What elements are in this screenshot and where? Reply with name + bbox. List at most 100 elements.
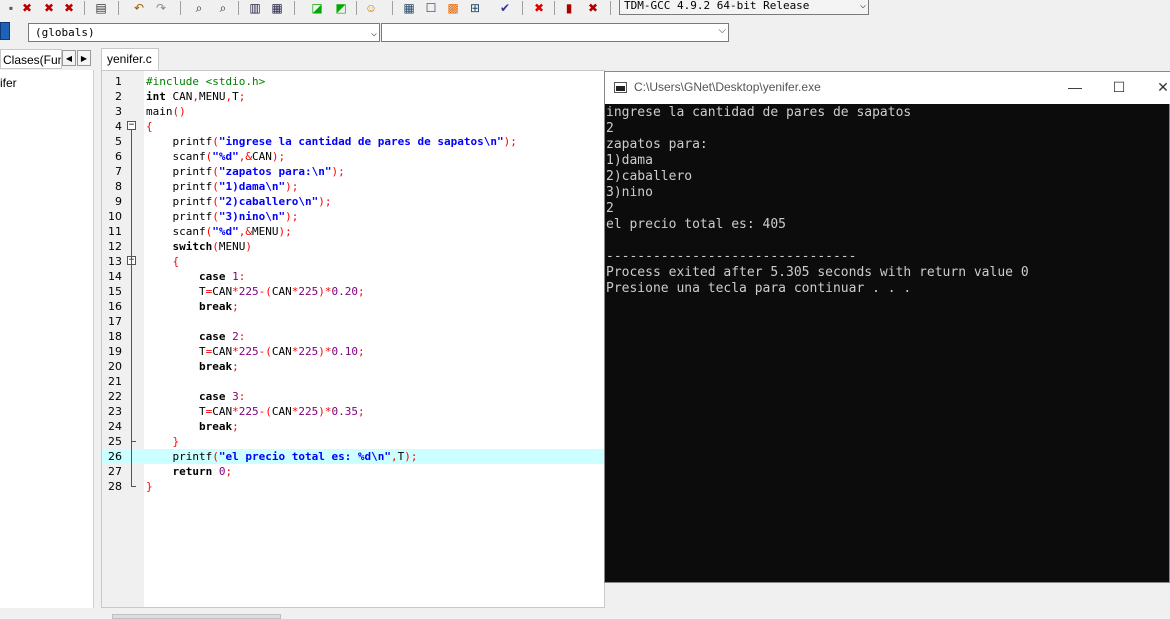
line-number: 20 — [108, 360, 122, 373]
close-all-icon[interactable]: ✖ — [40, 0, 58, 16]
code-text: printf("zapatos para:\n"); — [146, 165, 345, 178]
code-line[interactable]: 13− { — [102, 254, 604, 269]
goto-icon[interactable]: ◪ — [308, 0, 326, 16]
line-number: 5 — [115, 135, 122, 148]
replace-icon[interactable]: ⌕ — [214, 0, 232, 16]
code-line[interactable]: 9 printf("2)caballero\n"); — [102, 194, 604, 209]
console-line: Presione una tecla para continuar . . . — [606, 281, 912, 296]
console-line: 2)caballero — [606, 169, 693, 184]
minimize-button[interactable]: — — [1052, 76, 1098, 98]
console-line: ingrese la cantidad de pares de sapatos — [606, 105, 912, 120]
code-text: } — [172, 435, 180, 448]
close-project-icon[interactable]: ✖ — [60, 0, 78, 16]
code-line[interactable]: 10 printf("3)nino\n"); — [102, 209, 604, 224]
compiler-select[interactable]: TDM-GCC 4.9.2 64-bit Release ⌵ — [619, 0, 869, 15]
code-text: printf("el precio total es: %d\n",T); — [146, 450, 418, 463]
code-line[interactable]: 19 T=CAN*225-(CAN*225)*0.10; — [102, 344, 604, 359]
code-line[interactable]: 27 return 0; — [102, 464, 604, 479]
tab-file[interactable]: yenifer.c — [101, 48, 159, 70]
line-number: 28 — [108, 480, 122, 493]
class-browser: ifer — [0, 70, 94, 608]
console-line: Process exited after 5.305 seconds with … — [606, 265, 1029, 280]
delete-icon[interactable]: ✖ — [584, 0, 602, 16]
code-line[interactable]: 1 #include <stdio.h> — [102, 74, 604, 89]
bookmark-icon[interactable]: ◩ — [332, 0, 350, 16]
code-text: case 1: — [198, 270, 246, 283]
close-button[interactable]: ✕ — [1140, 76, 1170, 98]
console-output[interactable]: ingrese la cantidad de pares de sapatos 2… — [605, 104, 1169, 582]
code-line[interactable]: 20 break; — [102, 359, 604, 374]
code-line[interactable]: 8 printf("1)dama\n"); — [102, 179, 604, 194]
maximize-button[interactable]: ☐ — [1096, 76, 1142, 98]
console-line: el precio total es: 405 — [606, 217, 787, 232]
tiles-icon[interactable]: ⊞ — [466, 0, 484, 16]
main-toolbar: ▪ ✖ ✖ ✖ ▤ ↶ ↷ ⌕ ⌕ ▥ ▦ ◪ ◩ ☺ ▦ ☐ ▩ ⊞ ✔ ✖ … — [0, 0, 1170, 18]
code-line[interactable]: 26 printf("el precio total es: %d\n",T); — [102, 449, 604, 464]
code-text: switch(MENU) — [172, 240, 253, 253]
console-window[interactable]: C:\Users\GNet\Desktop\yenifer.exe — ☐ ✕ … — [604, 71, 1170, 583]
fold-toggle-icon[interactable]: − — [127, 121, 136, 130]
code-line[interactable]: 15 T=CAN*225-(CAN*225)*0.20; — [102, 284, 604, 299]
chart-icon[interactable]: ▮ — [560, 0, 578, 16]
close-file-icon[interactable]: ✖ — [18, 0, 36, 16]
check-icon[interactable]: ✔ — [496, 0, 514, 16]
find-icon[interactable]: ⌕ — [190, 0, 208, 16]
chevron-down-icon: ⌵ — [718, 25, 726, 36]
line-number: 18 — [108, 330, 122, 343]
code-line[interactable]: 12 switch(MENU) — [102, 239, 604, 254]
code-text: break; — [198, 360, 239, 373]
grid-icon[interactable]: ▦ — [400, 0, 418, 16]
line-number: 9 — [115, 195, 122, 208]
undo-icon[interactable]: ↶ — [130, 0, 148, 16]
line-number: 12 — [108, 240, 122, 253]
console-icon — [614, 82, 627, 93]
unindent-icon[interactable]: ▦ — [268, 0, 286, 16]
scope-toolbar: (globals) ⌵ ⌵ — [0, 20, 1170, 46]
print-icon[interactable]: ▤ — [92, 0, 110, 16]
project-icon[interactable] — [0, 22, 10, 40]
horizontal-scrollbar[interactable] — [0, 608, 1170, 619]
code-line[interactable]: 28} — [102, 479, 604, 494]
code-line[interactable]: 18 case 2: — [102, 329, 604, 344]
code-text: printf("ingrese la cantidad de pares de … — [146, 135, 517, 148]
code-line[interactable]: 17 — [102, 314, 604, 329]
line-number: 21 — [108, 375, 122, 388]
code-line[interactable]: 2 int CAN,MENU,T; — [102, 89, 604, 104]
code-text: scanf("%d",&MENU); — [146, 225, 292, 238]
line-number: 10 — [108, 210, 122, 223]
code-line[interactable]: 7 printf("zapatos para:\n"); — [102, 164, 604, 179]
code-text: case 2: — [198, 330, 246, 343]
line-number: 2 — [115, 90, 122, 103]
code-text: T=CAN*225-(CAN*225)*0.20; — [146, 285, 365, 298]
console-line: -------------------------------- — [606, 249, 857, 264]
colors-icon[interactable]: ▩ — [444, 0, 462, 16]
code-editor[interactable]: 1 #include <stdio.h> 2 int CAN,MENU,T; 3 main… — [101, 70, 605, 608]
stop-icon[interactable]: ✖ — [530, 0, 548, 16]
code-line[interactable]: 23 T=CAN*225-(CAN*225)*0.35; — [102, 404, 604, 419]
tab-scroll-left-icon[interactable]: ◀ — [62, 50, 76, 66]
code-line[interactable]: 11 scanf("%d",&MENU); — [102, 224, 604, 239]
tab-classes[interactable]: Clases(Fun — [0, 49, 62, 69]
tab-scroll-right-icon[interactable]: ▶ — [77, 50, 91, 66]
function-select[interactable]: ⌵ — [381, 23, 729, 42]
code-line[interactable]: 22 case 3: — [102, 389, 604, 404]
code-line[interactable]: 4− { — [102, 119, 604, 134]
globals-select[interactable]: (globals) ⌵ — [28, 23, 380, 42]
line-number: 11 — [108, 225, 122, 238]
console-titlebar[interactable]: C:\Users\GNet\Desktop\yenifer.exe — ☐ ✕ — [605, 72, 1170, 104]
code-line[interactable]: 16 break; — [102, 299, 604, 314]
class-browser-item[interactable]: ifer — [0, 76, 17, 90]
code-line[interactable]: 21 — [102, 374, 604, 389]
new-class-icon[interactable]: ☐ — [422, 0, 440, 16]
indent-icon[interactable]: ▥ — [246, 0, 264, 16]
code-line[interactable]: 25 } — [102, 434, 604, 449]
code-line[interactable]: 3 main() — [102, 104, 604, 119]
code-line[interactable]: 24 break; — [102, 419, 604, 434]
redo-icon[interactable]: ↷ — [152, 0, 170, 16]
line-number: 4 — [115, 120, 122, 133]
line-number: 26 — [108, 450, 122, 463]
code-line[interactable]: 5 printf("ingrese la cantidad de pares d… — [102, 134, 604, 149]
code-line[interactable]: 14 case 1: — [102, 269, 604, 284]
smiley-icon[interactable]: ☺ — [362, 0, 380, 16]
code-line[interactable]: 6 scanf("%d",&CAN); — [102, 149, 604, 164]
